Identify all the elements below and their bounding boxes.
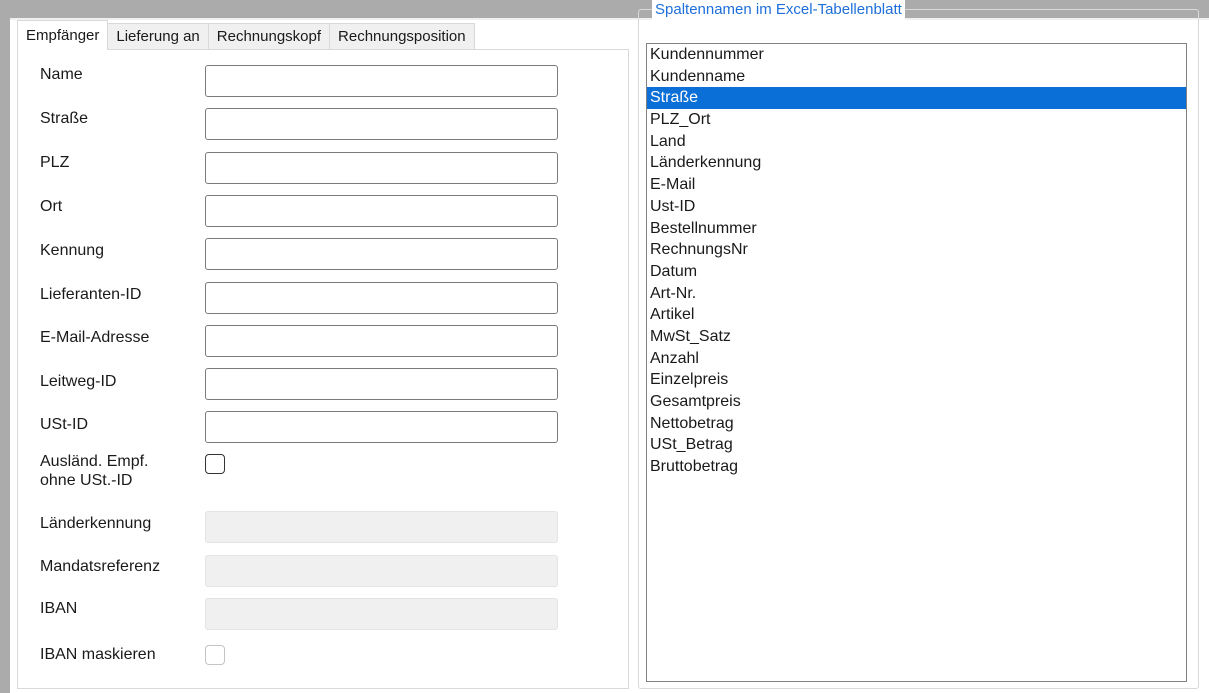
tab-strip: Empfänger Lieferung an Rechnungskopf Rec…: [17, 20, 475, 50]
auslaend-empf-label-line1: Ausländ. Empf.: [40, 453, 149, 470]
list-item[interactable]: Datum: [647, 261, 1186, 283]
list-item[interactable]: Bruttobetrag: [647, 456, 1186, 478]
tab-empfaenger[interactable]: Empfänger: [17, 20, 109, 50]
email-input[interactable]: [205, 325, 558, 357]
leitweg-id-input[interactable]: [205, 368, 558, 400]
strasse-input[interactable]: [205, 108, 558, 140]
email-label: E-Mail-Adresse: [40, 329, 150, 346]
list-item[interactable]: Einzelpreis: [647, 369, 1186, 391]
list-item[interactable]: Kundennummer: [647, 44, 1186, 66]
window-frame-left: [0, 0, 10, 693]
iban-maskieren-checkbox: [205, 645, 225, 665]
list-item[interactable]: Kundenname: [647, 66, 1186, 88]
leitweg-id-label: Leitweg-ID: [40, 373, 117, 390]
list-item[interactable]: Länderkennung: [647, 152, 1186, 174]
tab-rechnungsposition[interactable]: Rechnungsposition: [329, 23, 475, 50]
tab-rechnungskopf[interactable]: Rechnungskopf: [207, 23, 331, 50]
list-item[interactable]: PLZ_Ort: [647, 109, 1186, 131]
mandatsreferenz-label: Mandatsreferenz: [40, 558, 161, 575]
kennung-input[interactable]: [205, 238, 558, 270]
laenderkennung-label: Länderkennung: [40, 515, 152, 532]
list-item[interactable]: Straße: [647, 87, 1186, 110]
list-item[interactable]: Nettobetrag: [647, 413, 1186, 435]
iban-label: IBAN: [40, 600, 78, 617]
name-label: Name: [40, 66, 83, 83]
ust-id-label: USt-ID: [40, 416, 88, 433]
list-item[interactable]: Gesamtpreis: [647, 391, 1186, 413]
laenderkennung-input: [205, 511, 558, 543]
list-item[interactable]: E-Mail: [647, 174, 1186, 196]
mandatsreferenz-input: [205, 555, 558, 587]
name-input[interactable]: [205, 65, 558, 97]
lieferanten-id-label: Lieferanten-ID: [40, 286, 142, 303]
list-item[interactable]: USt_Betrag: [647, 434, 1186, 456]
ust-id-input[interactable]: [205, 411, 558, 443]
ort-input[interactable]: [205, 195, 558, 227]
ort-label: Ort: [40, 198, 63, 215]
auslaend-empf-label-line2: ohne USt.-ID: [40, 472, 133, 489]
iban-maskieren-label: IBAN maskieren: [40, 646, 156, 663]
list-item[interactable]: Art-Nr.: [647, 283, 1186, 305]
iban-input: [205, 598, 558, 630]
list-item[interactable]: Land: [647, 131, 1186, 153]
column-names-listbox[interactable]: Kundennummer Kundenname Straße PLZ_Ort L…: [646, 43, 1187, 682]
strasse-label: Straße: [40, 110, 89, 127]
list-item[interactable]: Bestellnummer: [647, 218, 1186, 240]
tab-lieferung-an[interactable]: Lieferung an: [107, 23, 209, 50]
list-item[interactable]: Anzahl: [647, 348, 1186, 370]
groupbox-title: Spaltennamen im Excel-Tabellenblatt: [652, 0, 905, 20]
lieferanten-id-input[interactable]: [205, 282, 558, 314]
kennung-label: Kennung: [40, 242, 105, 259]
plz-input[interactable]: [205, 152, 558, 184]
list-item[interactable]: Artikel: [647, 304, 1186, 326]
auslaend-empf-checkbox[interactable]: [205, 454, 225, 474]
list-item[interactable]: Ust-ID: [647, 196, 1186, 218]
plz-label: PLZ: [40, 154, 70, 171]
list-item[interactable]: RechnungsNr: [647, 239, 1186, 261]
list-item[interactable]: MwSt_Satz: [647, 326, 1186, 348]
